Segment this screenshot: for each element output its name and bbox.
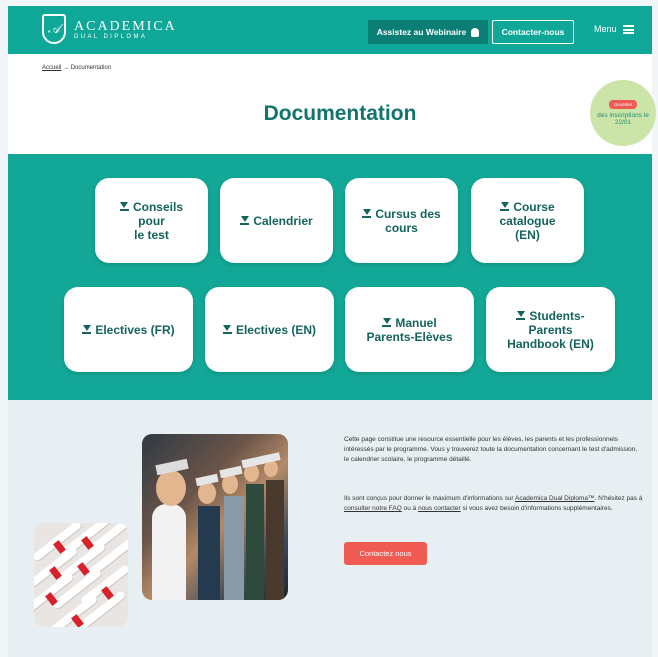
download-icon: [382, 318, 391, 328]
contact-link[interactable]: nous contacter: [418, 505, 461, 512]
webinar-button[interactable]: Assistez au Webinaire: [368, 20, 488, 44]
breadcrumb: Accueil → Documentation: [42, 65, 111, 71]
info-paragraph-1: Cette page constitue une resource essent…: [344, 436, 638, 463]
badge-pill: Ouvertes: [608, 100, 638, 109]
graduates-selfie-photo: [142, 434, 288, 600]
faq-link[interactable]: consulter notre FAQ: [344, 505, 402, 512]
shield-logo-icon: 𝒜: [42, 14, 66, 44]
academica-link[interactable]: Academica Dual Diploma™: [515, 495, 594, 502]
doc-card-calendrier[interactable]: Calendrier: [220, 178, 333, 263]
download-icon: [223, 325, 232, 335]
menu-label: Menu: [594, 24, 617, 34]
bell-icon: [471, 27, 480, 37]
download-icon: [362, 209, 371, 219]
doc-card-manuel[interactable]: Manuel Parents-Elèves: [345, 287, 474, 372]
doc-card-students-handbook[interactable]: Students- Parents Handbook (EN): [486, 287, 615, 372]
menu-button[interactable]: Menu: [594, 24, 634, 34]
registration-badge[interactable]: Ouvertes des inscriptions le 22/01: [590, 80, 656, 146]
info-paragraph-2: Ils sont conçus pour donner le maximum d…: [344, 495, 643, 512]
breadcrumb-current: Documentation: [70, 65, 112, 71]
download-icon: [516, 311, 525, 321]
doc-card-course-catalogue[interactable]: Course catalogue (EN): [471, 178, 584, 263]
doc-card-electives-fr[interactable]: Electives (FR): [64, 287, 193, 372]
logo-title: ACADEMICA: [74, 18, 177, 34]
diplomas-photo: [34, 523, 128, 627]
hamburger-icon: [622, 24, 634, 34]
download-icon: [82, 325, 91, 335]
page-title: Documentation: [263, 102, 417, 125]
contactez-nous-button[interactable]: Contactez nous: [344, 542, 427, 565]
breadcrumb-home-link[interactable]: Accueil: [42, 65, 61, 71]
webinar-button-label: Assistez au Webinaire: [376, 27, 467, 37]
site-header: 𝒜 ACADEMICA DUAL DIPLOMA Assistez au Web…: [8, 6, 652, 54]
doc-card-electives-en[interactable]: Electives (EN): [205, 287, 334, 372]
logo-subtitle: DUAL DIPLOMA: [74, 33, 148, 40]
download-icon: [120, 202, 129, 212]
doc-card-conseils[interactable]: Conseils pour le test: [95, 178, 208, 263]
logo[interactable]: 𝒜 ACADEMICA DUAL DIPLOMA: [42, 14, 177, 44]
download-icon: [500, 202, 509, 212]
contact-button[interactable]: Contacter-nous: [492, 20, 574, 44]
badge-text: des inscriptions le 22/01: [597, 112, 649, 126]
download-icon: [240, 216, 249, 226]
breadcrumb-separator: →: [63, 65, 70, 71]
doc-card-cursus[interactable]: Cursus des cours: [345, 178, 458, 263]
